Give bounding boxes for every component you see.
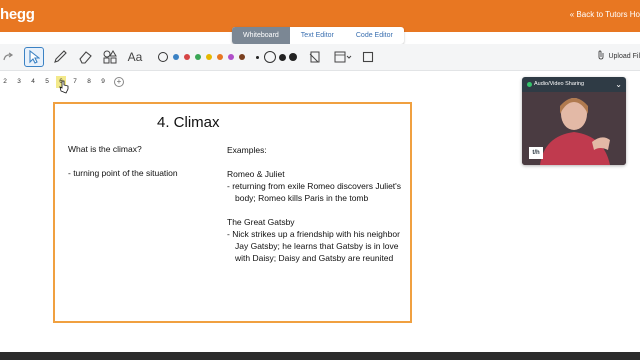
frame-icon[interactable] bbox=[358, 47, 378, 67]
color-swatch[interactable] bbox=[239, 54, 245, 60]
logo: hegg bbox=[0, 6, 35, 23]
example-title: Romeo & Juliet bbox=[227, 169, 285, 179]
example-title: The Great Gatsby bbox=[227, 217, 295, 227]
whiteboard-slide[interactable]: 4. Climax What is the climax? - turning … bbox=[53, 102, 412, 323]
tab-whiteboard[interactable]: Whiteboard bbox=[232, 27, 290, 44]
page-tab[interactable]: 4 bbox=[28, 76, 38, 88]
color-swatch[interactable] bbox=[184, 54, 190, 60]
slide-title: 4. Climax bbox=[157, 114, 220, 131]
climax-question: What is the climax? bbox=[68, 144, 142, 154]
page-tab[interactable]: 5 bbox=[42, 76, 52, 88]
climax-answer: - turning point of the situation bbox=[68, 168, 178, 178]
size-medium-selected[interactable] bbox=[264, 51, 276, 63]
example-text: - Nick strikes up a friendship with his … bbox=[227, 229, 400, 263]
text-tool[interactable]: Aa bbox=[125, 47, 145, 67]
paperclip-icon bbox=[597, 50, 605, 62]
example-romeo-juliet: Romeo & Juliet - returning from exile Ro… bbox=[227, 168, 407, 204]
video-panel[interactable]: Audio/Video Sharing ⌄ t/h bbox=[522, 77, 626, 165]
page-tab[interactable]: 9 bbox=[98, 76, 108, 88]
examples-heading: Examples: bbox=[227, 145, 267, 155]
webcam-feed: t/h bbox=[522, 92, 626, 165]
hand-cursor-icon bbox=[59, 80, 69, 94]
color-swatch[interactable] bbox=[228, 54, 234, 60]
redo-icon[interactable] bbox=[0, 47, 18, 67]
tutor-logo-badge: t/h bbox=[529, 147, 543, 159]
example-great-gatsby: The Great Gatsby - Nick strikes up a fri… bbox=[227, 216, 407, 264]
upload-file-label: Upload Fil bbox=[608, 52, 640, 60]
stroke-width-dot[interactable] bbox=[158, 52, 168, 62]
video-header: Audio/Video Sharing ⌄ bbox=[522, 77, 626, 92]
page-tab[interactable]: 2 bbox=[0, 76, 10, 88]
size-xlarge[interactable] bbox=[289, 53, 297, 61]
tab-text-editor[interactable]: Text Editor bbox=[290, 27, 345, 44]
page-tab[interactable]: 7 bbox=[70, 76, 80, 88]
color-swatch[interactable] bbox=[195, 54, 201, 60]
examples-column: Examples: Romeo & Juliet - returning fro… bbox=[227, 144, 407, 264]
video-label: Audio/Video Sharing bbox=[534, 81, 585, 87]
example-text: - returning from exile Romeo discovers J… bbox=[227, 181, 402, 203]
pen-icon[interactable] bbox=[50, 47, 70, 67]
color-swatch[interactable] bbox=[217, 54, 223, 60]
back-to-tutors-link[interactable]: « Back to Tutors Ho bbox=[570, 10, 640, 19]
clear-page-icon[interactable] bbox=[305, 47, 325, 67]
chevron-down-icon[interactable]: ⌄ bbox=[615, 77, 622, 92]
bottom-bar bbox=[0, 352, 640, 360]
whiteboard-toolbar: Aa Upload Fil bbox=[0, 44, 640, 71]
live-status-icon bbox=[527, 82, 532, 87]
shapes-icon[interactable] bbox=[100, 47, 120, 67]
size-small[interactable] bbox=[256, 56, 259, 59]
tab-code-editor[interactable]: Code Editor bbox=[345, 27, 404, 44]
upload-file-button[interactable]: Upload Fil bbox=[597, 50, 640, 62]
mode-tabs: Whiteboard Text Editor Code Editor bbox=[232, 27, 404, 44]
background-grid-icon[interactable] bbox=[332, 47, 354, 67]
eraser-icon[interactable] bbox=[75, 47, 95, 67]
size-large[interactable] bbox=[279, 54, 286, 61]
add-page-icon[interactable]: + bbox=[114, 77, 124, 87]
page-tab[interactable]: 3 bbox=[14, 76, 24, 88]
page-tab[interactable]: 8 bbox=[84, 76, 94, 88]
select-arrow-icon[interactable] bbox=[24, 47, 44, 67]
color-swatch[interactable] bbox=[206, 54, 212, 60]
color-swatch[interactable] bbox=[173, 54, 179, 60]
